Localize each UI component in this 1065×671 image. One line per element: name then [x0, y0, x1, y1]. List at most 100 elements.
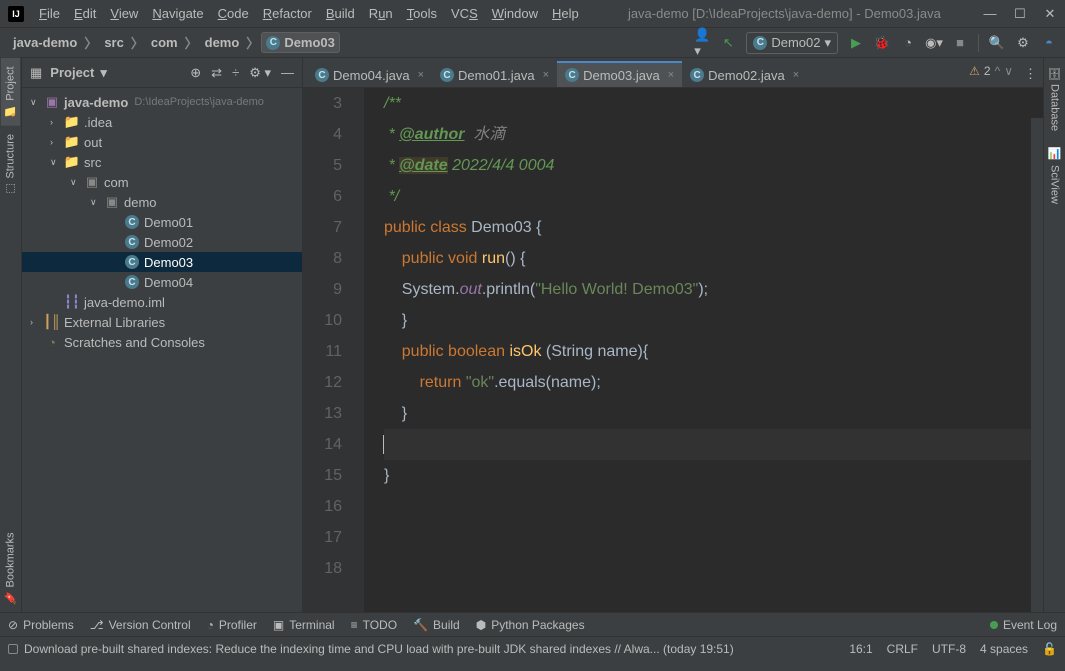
menu-view[interactable]: View: [103, 6, 145, 21]
class-icon: C: [753, 36, 767, 50]
locate-icon[interactable]: ⊕: [190, 65, 201, 81]
inspection-badge[interactable]: ⚠2 ^ ∨: [969, 64, 1013, 78]
run-config-selector[interactable]: CDemo02 ▾: [746, 32, 838, 54]
build-icon: 🔨: [413, 618, 428, 632]
bottom-tab-todo[interactable]: ≡TODO: [351, 618, 397, 632]
tool-tab-sciview[interactable]: 📊SciView: [1044, 139, 1065, 211]
tool-tab-structure[interactable]: ⬚Structure: [1, 126, 20, 204]
editor-tab-active[interactable]: CDemo03.java×: [557, 61, 682, 87]
status-message: Download pre-built shared indexes: Reduc…: [24, 642, 734, 656]
editor-tab[interactable]: CDemo02.java×: [682, 61, 807, 87]
close-tab-icon[interactable]: ×: [543, 69, 549, 81]
tree-file-demo02[interactable]: CDemo02: [22, 232, 302, 252]
tree-folder-idea[interactable]: ›📁.idea: [22, 112, 302, 132]
close-tab-icon[interactable]: ×: [418, 69, 424, 81]
bottom-tab-vcs[interactable]: ⎇Version Control: [90, 618, 191, 632]
breadcrumb: java-demo〉 src〉 com〉 demo〉 CDemo03: [8, 32, 340, 53]
close-tab-icon[interactable]: ×: [793, 69, 799, 81]
class-icon: C: [565, 68, 579, 82]
menu-tools[interactable]: Tools: [400, 6, 444, 21]
vcs-icon: ⎇: [90, 618, 104, 632]
tree-folder-src[interactable]: ∨📁src: [22, 152, 302, 172]
close-button[interactable]: ✕: [1043, 6, 1057, 22]
build-icon[interactable]: ↖: [720, 35, 736, 51]
menu-window[interactable]: Window: [485, 6, 545, 21]
options-icon[interactable]: ⚙ ▾: [249, 65, 271, 81]
bottom-tab-build[interactable]: 🔨Build: [413, 618, 460, 632]
profile-button[interactable]: ◉▾: [926, 35, 942, 51]
editor-tabs: CDemo04.java× CDemo01.java× CDemo03.java…: [303, 58, 1043, 88]
status-menu-icon[interactable]: [8, 644, 18, 654]
breadcrumb-item[interactable]: src: [99, 32, 129, 53]
menu-vcs[interactable]: VCS: [444, 6, 485, 21]
breadcrumb-item[interactable]: java-demo: [8, 32, 82, 53]
tree-external-libraries[interactable]: ›┃║External Libraries: [22, 312, 302, 332]
breadcrumb-item[interactable]: com: [146, 32, 183, 53]
tool-tab-database[interactable]: 🗄Database: [1044, 58, 1065, 139]
coverage-button[interactable]: ◔: [900, 35, 916, 51]
user-icon[interactable]: 👤▾: [694, 35, 710, 51]
menu-edit[interactable]: Edit: [67, 6, 103, 21]
tree-folder-out[interactable]: ›📁out: [22, 132, 302, 152]
sidebar-title[interactable]: Project ▾: [50, 65, 107, 81]
tree-package-demo[interactable]: ∨▣demo: [22, 192, 302, 212]
event-log-button[interactable]: Event Log: [990, 618, 1057, 632]
menu-file[interactable]: File: [32, 6, 67, 21]
editor-tab[interactable]: CDemo01.java×: [432, 61, 557, 87]
profiler-icon: ◔: [207, 618, 214, 632]
maximize-button[interactable]: ☐: [1013, 6, 1027, 22]
settings-icon[interactable]: ⚙: [1015, 35, 1031, 51]
collapse-icon[interactable]: ÷: [232, 65, 239, 81]
tab-overflow-icon[interactable]: ⋮: [1024, 66, 1037, 82]
menu-build[interactable]: Build: [319, 6, 362, 21]
tree-file-iml[interactable]: ┇┇java-demo.iml: [22, 292, 302, 312]
line-separator[interactable]: CRLF: [887, 642, 918, 656]
file-encoding[interactable]: UTF-8: [932, 642, 966, 656]
tree-scratches[interactable]: ◔Scratches and Consoles: [22, 332, 302, 352]
bottom-tab-problems[interactable]: ⊘Problems: [8, 618, 74, 632]
tree-package-com[interactable]: ∨▣com: [22, 172, 302, 192]
ide-icon[interactable]: ◓: [1041, 35, 1057, 51]
breadcrumb-item[interactable]: demo: [200, 32, 245, 53]
right-tool-strip: 🗄Database 📊SciView: [1043, 58, 1065, 612]
run-button[interactable]: ▶: [848, 35, 864, 51]
class-icon: C: [690, 68, 704, 82]
tree-file-demo03[interactable]: CDemo03: [22, 252, 302, 272]
stop-button[interactable]: ■: [952, 35, 968, 51]
menu-refactor[interactable]: Refactor: [256, 6, 319, 21]
editor-area: CDemo04.java× CDemo01.java× CDemo03.java…: [303, 58, 1043, 612]
minimize-button[interactable]: —: [983, 6, 997, 22]
editor-tab[interactable]: CDemo04.java×: [307, 61, 432, 87]
expand-icon[interactable]: ⇄: [211, 65, 222, 81]
class-icon: C: [440, 68, 454, 82]
tree-file-demo04[interactable]: CDemo04: [22, 272, 302, 292]
tool-tab-bookmarks[interactable]: 🔖Bookmarks: [1, 524, 20, 612]
menu-code[interactable]: Code: [211, 6, 256, 21]
readonly-icon[interactable]: 🔓: [1042, 642, 1057, 656]
tree-file-demo01[interactable]: CDemo01: [22, 212, 302, 232]
caret-position[interactable]: 16:1: [849, 642, 872, 656]
debug-button[interactable]: 🐞: [874, 35, 890, 51]
menu-run[interactable]: Run: [362, 6, 400, 21]
close-tab-icon[interactable]: ×: [668, 69, 674, 81]
project-tree[interactable]: ∨▣java-demoD:\IdeaProjects\java-demo ›📁.…: [22, 88, 302, 612]
text-caret: [383, 435, 384, 454]
left-tool-strip: 📁Project ⬚Structure 🔖Bookmarks: [0, 58, 22, 612]
search-icon[interactable]: 🔍: [989, 35, 1005, 51]
hide-icon[interactable]: —: [281, 65, 294, 81]
line-numbers: 3456789101112131415161718: [303, 88, 364, 612]
project-sidebar: ▦ Project ▾ ⊕ ⇄ ÷ ⚙ ▾ — ∨▣java-demoD:\Id…: [22, 58, 303, 612]
code-editor[interactable]: 3456789101112131415161718 /** * @author …: [303, 88, 1043, 612]
code-content[interactable]: /** * @author 水滴 * @date 2022/4/4 0004 *…: [364, 88, 1043, 612]
tree-root[interactable]: ∨▣java-demoD:\IdeaProjects\java-demo: [22, 92, 302, 112]
menu-help[interactable]: Help: [545, 6, 586, 21]
bottom-tab-profiler[interactable]: ◔Profiler: [207, 618, 257, 632]
bottom-tab-terminal[interactable]: ▣Terminal: [273, 618, 335, 632]
menu-navigate[interactable]: Navigate: [145, 6, 210, 21]
editor-scrollbar[interactable]: [1031, 118, 1043, 612]
indent-setting[interactable]: 4 spaces: [980, 642, 1028, 656]
bottom-tab-python[interactable]: ⬢Python Packages: [476, 618, 585, 632]
tool-tab-project[interactable]: 📁Project: [1, 58, 20, 126]
breadcrumb-item-current[interactable]: CDemo03: [261, 32, 340, 53]
problems-icon: ⊘: [8, 618, 18, 632]
